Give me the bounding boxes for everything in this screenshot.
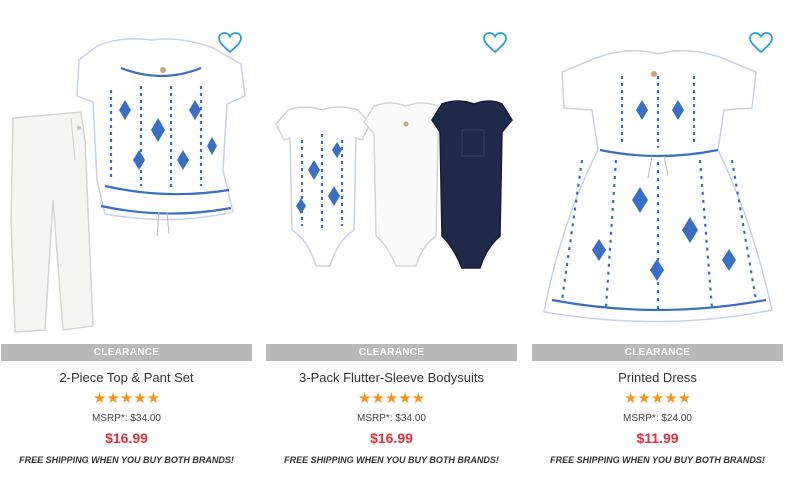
product-image[interactable] — [532, 0, 783, 336]
msrp-price: MSRP*: $34.00 — [92, 413, 161, 424]
printed-bodysuit-illustration — [275, 106, 371, 267]
product-card[interactable]: CLEARANCE 3-Pack Flutter-Sleeve Bodysuit… — [266, 0, 517, 490]
star-rating-icon[interactable]: ★★★★★ — [266, 390, 517, 408]
msrp-price: MSRP*: $24.00 — [623, 413, 692, 424]
msrp-price: MSRP*: $34.00 — [357, 413, 426, 424]
white-bodysuit-illustration — [363, 102, 449, 267]
sale-price: $11.99 — [636, 430, 679, 446]
sale-price: $16.99 — [105, 430, 148, 446]
shipping-promo: FREE SHIPPING WHEN YOU BUY BOTH BRANDS! — [284, 455, 499, 465]
clearance-badge: CLEARANCE — [1, 344, 252, 361]
product-card[interactable]: CLEARANCE Printed Dress ★★★★★ MSRP*: $24… — [532, 0, 783, 490]
product-name[interactable]: Printed Dress — [532, 370, 783, 385]
heart-outline-icon[interactable] — [749, 32, 773, 54]
star-rating-icon[interactable]: ★★★★★ — [1, 390, 252, 408]
printed-dress-illustration — [543, 50, 773, 323]
shipping-promo: FREE SHIPPING WHEN YOU BUY BOTH BRANDS! — [550, 455, 765, 465]
pants-illustration — [10, 111, 94, 333]
heart-outline-icon[interactable] — [218, 32, 242, 54]
navy-bodysuit-illustration — [431, 100, 513, 269]
product-image[interactable] — [1, 0, 252, 336]
clearance-badge: CLEARANCE — [532, 344, 783, 361]
sale-price: $16.99 — [370, 430, 413, 446]
product-name[interactable]: 2-Piece Top & Pant Set — [1, 370, 252, 385]
star-rating-icon[interactable]: ★★★★★ — [532, 390, 783, 408]
product-card[interactable]: CLEARANCE 2-Piece Top & Pant Set ★★★★★ M… — [1, 0, 252, 490]
heart-outline-icon[interactable] — [483, 32, 507, 54]
top-illustration — [76, 38, 246, 237]
shipping-promo: FREE SHIPPING WHEN YOU BUY BOTH BRANDS! — [19, 455, 234, 465]
product-image[interactable] — [266, 0, 517, 336]
product-name[interactable]: 3-Pack Flutter-Sleeve Bodysuits — [266, 370, 517, 385]
clearance-badge: CLEARANCE — [266, 344, 517, 361]
